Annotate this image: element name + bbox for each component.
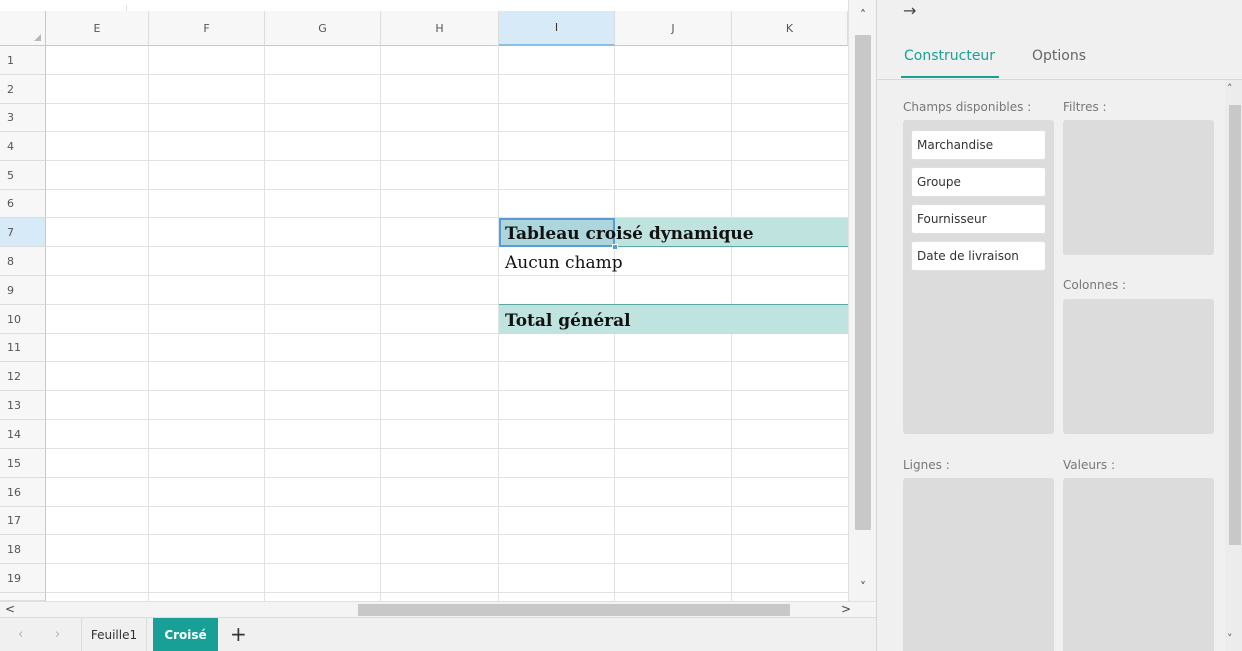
sheet-tab-croise[interactable]: Croisé [153, 618, 218, 651]
row-header[interactable]: 6 [0, 190, 46, 218]
gridline [148, 46, 149, 601]
scroll-left-icon[interactable]: < [2, 602, 18, 616]
row-header[interactable]: 3 [0, 104, 46, 132]
row-header[interactable]: 9 [0, 276, 46, 305]
gridline [46, 160, 848, 161]
sheet-tab-feuille1[interactable]: Feuille1 [81, 618, 147, 651]
row-header[interactable]: 19 [0, 564, 46, 593]
gridline [380, 46, 381, 601]
gridline [46, 103, 848, 104]
values-drop-zone[interactable] [1063, 478, 1214, 651]
row-header[interactable]: 8 [0, 247, 46, 276]
next-sheet-icon[interactable]: › [55, 627, 60, 642]
gridline [46, 275, 848, 276]
gridline [46, 390, 848, 391]
scroll-down-icon[interactable]: ˅ [855, 580, 871, 594]
rows-label: Lignes : [903, 458, 950, 472]
filters-drop-zone[interactable] [1063, 120, 1214, 255]
gridline [46, 74, 848, 75]
column-header-e[interactable]: E [46, 11, 149, 46]
sheet-tabs-bar: ‹ › Feuille1 Croisé + [0, 617, 876, 651]
active-tab-indicator [901, 76, 999, 78]
column-header-i[interactable]: I [499, 11, 615, 46]
row-header[interactable]: 14 [0, 420, 46, 449]
gridline [46, 592, 848, 593]
pivot-settings-panel: → Constructeur Options Champs disponible… [876, 0, 1242, 651]
horizontal-scroll-thumb[interactable] [358, 604, 790, 616]
collapse-panel-icon[interactable]: → [903, 1, 916, 20]
column-header-g[interactable]: G [265, 11, 381, 46]
panel-scroll-thumb[interactable] [1229, 105, 1241, 545]
column-header-h[interactable]: H [381, 11, 499, 46]
column-header-j[interactable]: J [615, 11, 732, 46]
panel-scrollbar[interactable]: ˄ ˅ [1225, 80, 1242, 651]
gridline [46, 448, 848, 449]
row-header[interactable]: 15 [0, 449, 46, 478]
columns-label: Colonnes : [1063, 278, 1127, 292]
values-label: Valeurs : [1063, 458, 1115, 472]
spreadsheet-grid[interactable]: E F G H I J K 1 2 3 4 5 6 7 8 9 10 11 12… [0, 0, 876, 651]
panel-scroll-down-icon[interactable]: ˅ [1227, 632, 1233, 645]
gridline [46, 361, 848, 362]
gridline [46, 189, 848, 190]
row-header[interactable]: 13 [0, 391, 46, 420]
column-header-f[interactable]: F [149, 11, 265, 46]
pivot-total-label[interactable]: Total général [505, 311, 631, 331]
available-fields-label: Champs disponibles : [903, 100, 1032, 114]
row-header-selected[interactable]: 7 [0, 218, 46, 247]
select-all-icon [34, 34, 41, 41]
gridline [46, 477, 848, 478]
gridline [46, 563, 848, 564]
row-header[interactable]: 11 [0, 334, 46, 362]
columns-drop-zone[interactable] [1063, 299, 1214, 434]
horizontal-scrollbar[interactable]: < > [0, 601, 876, 617]
vertical-scroll-thumb[interactable] [855, 35, 871, 530]
tab-options[interactable]: Options [1032, 48, 1086, 64]
row-header[interactable]: 5 [0, 161, 46, 190]
panel-scroll-up-icon[interactable]: ˄ [1227, 82, 1233, 95]
row-header[interactable]: 12 [0, 362, 46, 391]
gridline [46, 419, 848, 420]
gridline [46, 534, 848, 535]
gridline [264, 46, 265, 601]
prev-sheet-icon[interactable]: ‹ [18, 627, 23, 642]
field-chip-fournisseur[interactable]: Fournisseur [911, 204, 1046, 234]
row-header[interactable]: 18 [0, 535, 46, 564]
pivot-title[interactable]: Tableau croisé dynamique [505, 224, 754, 244]
row-header[interactable]: 10 [0, 305, 46, 334]
panel-content: Champs disponibles : Filtres : Marchandi… [877, 80, 1242, 651]
gridline [46, 131, 848, 132]
scroll-up-icon[interactable]: ˄ [855, 8, 871, 22]
scroll-right-icon[interactable]: > [838, 602, 854, 616]
row-header[interactable]: 1 [0, 46, 46, 75]
row-header [0, 593, 46, 601]
vertical-scrollbar[interactable]: ˄ ˅ [848, 0, 876, 601]
pivot-empty-label[interactable]: Aucun champ [505, 253, 623, 273]
tab-constructeur[interactable]: Constructeur [904, 48, 995, 64]
row-header[interactable]: 2 [0, 75, 46, 104]
filters-label: Filtres : [1063, 100, 1107, 114]
row-header[interactable]: 4 [0, 132, 46, 161]
field-chip-date-de-livraison[interactable]: Date de livraison [911, 241, 1046, 271]
column-header-k[interactable]: K [732, 11, 848, 46]
formula-bar-strip [0, 0, 848, 11]
field-chip-groupe[interactable]: Groupe [911, 167, 1046, 197]
rows-drop-zone[interactable] [903, 478, 1054, 651]
row-header[interactable]: 17 [0, 507, 46, 535]
add-sheet-icon[interactable]: + [230, 622, 247, 646]
select-all-corner[interactable] [0, 11, 46, 46]
row-header[interactable]: 16 [0, 478, 46, 507]
field-chip-marchandise[interactable]: Marchandise [911, 130, 1046, 160]
gridline [46, 506, 848, 507]
fill-handle[interactable] [612, 244, 618, 250]
